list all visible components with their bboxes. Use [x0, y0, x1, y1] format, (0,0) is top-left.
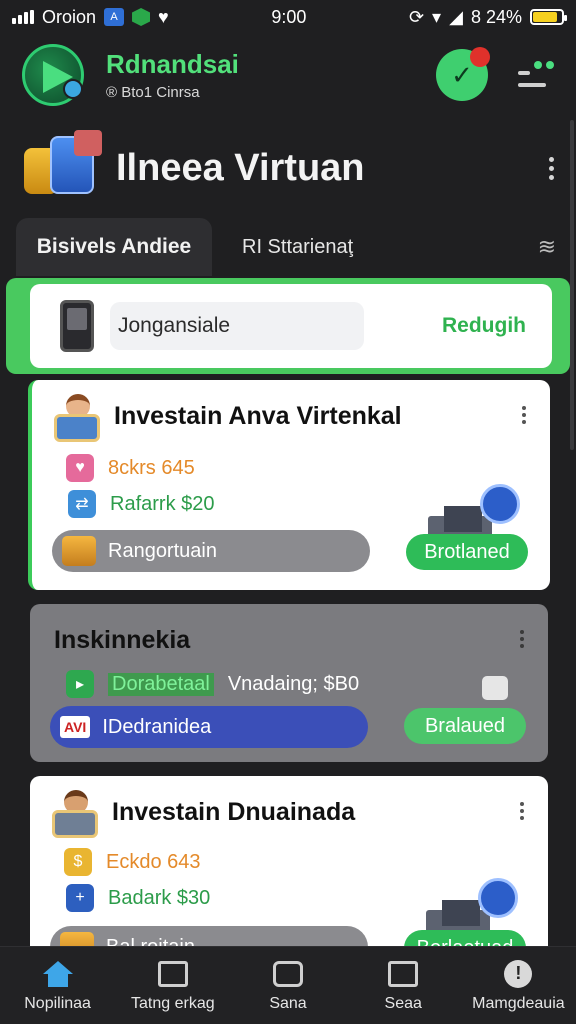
- banner-field-label: Jongansiale: [118, 314, 231, 337]
- investment-card[interactable]: Investain Anva Virtenkal ♥ 8ckrs 645 ⇄ R…: [28, 380, 550, 590]
- bell-icon: ✓: [451, 59, 473, 90]
- battery-percent: 8 24%: [470, 6, 522, 27]
- heart-icon: ♥: [158, 6, 169, 27]
- plus-icon: +: [66, 884, 94, 912]
- app-header: Rdnandsai ® Bto1 Cinrsa ✓: [0, 34, 576, 116]
- card-row: ⇄ Rafarrk $20: [68, 490, 215, 518]
- nav-label: Mamgdeauia: [472, 994, 565, 1012]
- nav-item-swap[interactable]: Seaa: [346, 947, 461, 1024]
- tab-second[interactable]: RI Sttarienaţ: [242, 236, 353, 259]
- swap-icon: [388, 960, 419, 987]
- card-title: Inskinnekia: [54, 626, 191, 654]
- card-title: Investain Anva Virtenkal: [114, 402, 402, 430]
- page-title: Ilneea Virtuan: [116, 146, 365, 189]
- category-pill[interactable]: AVI IDedranidea: [50, 706, 368, 748]
- chart-icon: [157, 960, 188, 987]
- nav-label: Seaa: [384, 994, 422, 1012]
- card-row-value: Badark $30: [108, 886, 211, 909]
- card-row: ♥ 8ckrs 645: [66, 454, 195, 482]
- card-row-highlight: Dorabetaal: [108, 672, 214, 696]
- category-pill-label: Rangortuain: [108, 539, 217, 562]
- card-row: ▸ Dorabetaal Vnadaing; $B0: [66, 670, 359, 698]
- signal-icon: [12, 10, 34, 24]
- phone-icon: [60, 300, 94, 352]
- page-more-icon[interactable]: [549, 156, 554, 180]
- card-row: $ Eckdo 643: [64, 848, 201, 876]
- coins-illustration-icon: [22, 130, 104, 206]
- highlight-banner: Jongansiale Redugih: [6, 278, 570, 374]
- status-dots-icon: [534, 61, 554, 69]
- card-row: + Badark $30: [66, 884, 210, 912]
- carrier-name: Oroion: [42, 6, 97, 27]
- title-row: Ilneea Virtuan: [0, 124, 576, 212]
- app-logo[interactable]: [22, 44, 84, 106]
- card-more-icon[interactable]: [522, 406, 526, 424]
- banner-action-link[interactable]: Redugih: [442, 314, 526, 338]
- package-icon: [62, 536, 96, 566]
- wallet-small-icon: [482, 676, 508, 700]
- building-globe-icon: [426, 878, 522, 936]
- nav-label: Tatng erkag: [131, 994, 215, 1012]
- investment-card[interactable]: Inskinnekia ▸ Dorabetaal Vnadaing; $B0 A…: [30, 604, 548, 762]
- brand-block: Rdnandsai ® Bto1 Cinrsa: [106, 49, 239, 101]
- menu-button[interactable]: [518, 61, 554, 89]
- nav-item-home[interactable]: Nopilinaa: [0, 947, 115, 1024]
- app-badge-icon: A: [104, 8, 125, 26]
- nav-item-wallet[interactable]: Sana: [230, 947, 345, 1024]
- coin-icon: $: [64, 848, 92, 876]
- home-icon: [42, 960, 73, 987]
- nav-label: Sana: [269, 994, 307, 1012]
- category-pill-label: IDedranidea: [102, 715, 212, 738]
- card-row-value: Vnadaing; $B0: [227, 672, 360, 695]
- card-more-icon[interactable]: [520, 802, 524, 820]
- status-time: 9:00: [271, 6, 307, 27]
- wifi-icon: ▾: [432, 6, 442, 27]
- filter-signal-icon[interactable]: ≋: [538, 234, 556, 260]
- battery-icon: [529, 9, 567, 25]
- person-box-icon: [52, 790, 100, 842]
- avi-badge-icon: AVI: [60, 716, 91, 738]
- card-action-button[interactable]: Brotlaned: [406, 534, 528, 570]
- tab-bar: Bisivels Andiee RI Sttarienaţ ≋: [16, 218, 560, 276]
- nav-item-more[interactable]: ! Mamgdeauia: [461, 947, 576, 1024]
- logo-badge-icon: [63, 79, 83, 99]
- hex-icon: [132, 8, 151, 26]
- card-action-button[interactable]: Bralaued: [404, 708, 526, 744]
- tab-active[interactable]: Bisivels Andiee: [16, 218, 212, 276]
- app-name: Rdnandsai: [106, 49, 239, 79]
- banner-field[interactable]: Jongansiale: [110, 302, 364, 350]
- info-icon: !: [504, 959, 533, 988]
- nav-item-trading[interactable]: Tatng erkag: [115, 947, 230, 1024]
- notification-button[interactable]: ✓: [436, 47, 490, 101]
- card-row-value: Eckdo 643: [106, 850, 201, 873]
- status-bar: Oroion A ♥ 9:00 ⟳ ▾ ◢ 8 24%: [0, 0, 576, 34]
- cell-icon: ◢: [449, 6, 463, 27]
- card-more-icon[interactable]: [520, 630, 524, 648]
- green-square-icon: ▸: [66, 670, 94, 698]
- card-row-value: 8ckrs 645: [108, 456, 195, 479]
- app-subtitle: ® Bto1 Cinrsa: [106, 84, 200, 101]
- wallet-icon: [273, 960, 303, 987]
- notification-dot: [470, 47, 490, 67]
- card-title: Investain Dnuainada: [112, 798, 356, 826]
- person-box-icon: [54, 394, 102, 446]
- heart-chart-icon: ♥: [66, 454, 94, 482]
- card-row-value: Rafarrk $20: [110, 492, 215, 515]
- transfer-icon: ⇄: [68, 490, 96, 518]
- sync-icon: ⟳: [408, 6, 425, 27]
- nav-label: Nopilinaa: [24, 994, 91, 1012]
- category-pill[interactable]: Rangortuain: [52, 530, 370, 572]
- bottom-nav: Nopilinaa Tatng erkag Sana Seaa ! Mamgde…: [0, 946, 576, 1024]
